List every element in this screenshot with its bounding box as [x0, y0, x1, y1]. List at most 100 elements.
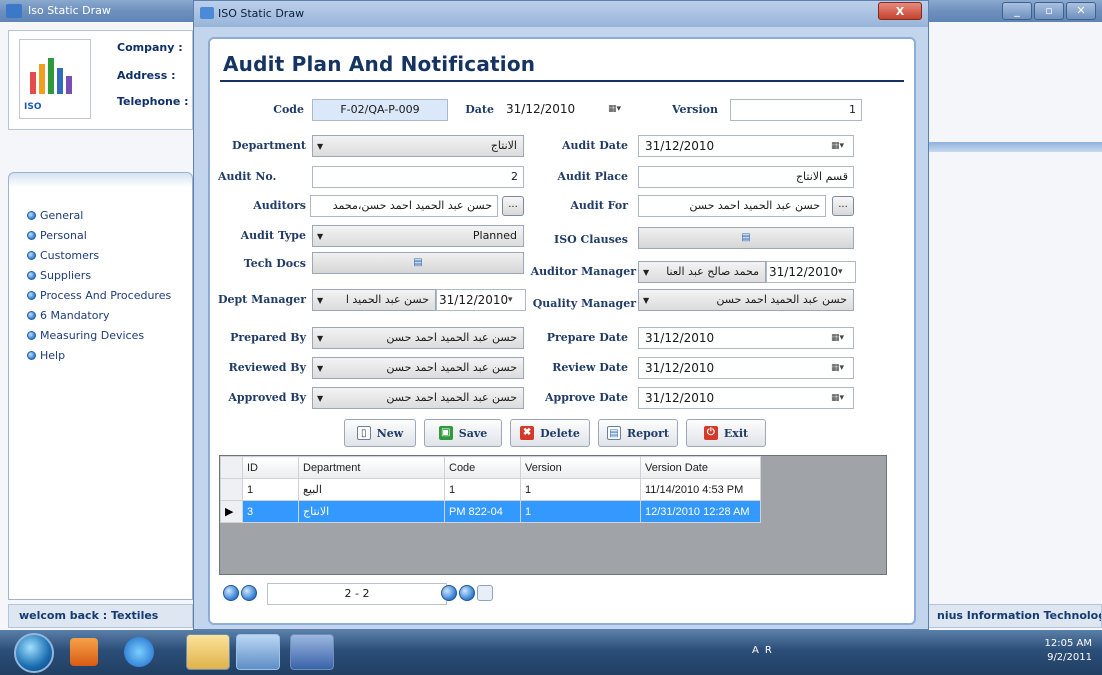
- telephone-label: Telephone :: [117, 95, 189, 108]
- bullet-icon: [27, 271, 36, 280]
- cell-version: 1: [520, 478, 641, 501]
- start-button[interactable]: [14, 633, 54, 673]
- clock-time: 12:05 AM: [1044, 638, 1092, 649]
- reviewed-by-select[interactable]: ▼ حسن عبد الحميد احمد حسن: [312, 357, 524, 379]
- maximize-button[interactable]: ▫: [1034, 2, 1064, 20]
- list-icon: ▤: [741, 232, 751, 243]
- auditor-manager-label: Auditor Manager: [530, 265, 636, 278]
- report-button[interactable]: ▤ Report: [598, 419, 678, 447]
- minimize-button[interactable]: _: [1002, 2, 1032, 20]
- audit-date-picker[interactable]: 31/12/2010 ▦▾: [638, 135, 854, 157]
- version-field[interactable]: 1: [730, 99, 862, 121]
- review-date-label: Review Date: [552, 361, 628, 374]
- document-icon: ▤: [413, 257, 423, 268]
- table-row-selected[interactable]: ▶ 3 الانتاج PM 822-04 1 12/31/2010 12:28…: [220, 500, 761, 523]
- code-field[interactable]: F-02/QA-P-009: [312, 99, 448, 121]
- close-button[interactable]: ✕: [1066, 2, 1096, 20]
- calendar-icon[interactable]: ▦▾: [831, 393, 847, 404]
- status-company: nius Information Technology: [928, 604, 1102, 628]
- prepared-by-select[interactable]: ▼ حسن عبد الحميد احمد حسن: [312, 327, 524, 349]
- company-label: Company :: [117, 41, 183, 54]
- bullet-icon: [27, 211, 36, 220]
- system-tray[interactable]: AR: [752, 645, 778, 656]
- save-button[interactable]: ▣ Save: [424, 419, 502, 447]
- row-selector[interactable]: [220, 478, 243, 501]
- nav-item-measuring-devices[interactable]: Measuring Devices: [27, 329, 144, 342]
- search-icon[interactable]: [477, 585, 493, 601]
- internet-explorer-icon[interactable]: [124, 637, 154, 667]
- input-language[interactable]: AR: [752, 645, 778, 656]
- new-button[interactable]: ▯ New: [344, 419, 416, 447]
- calendar-icon[interactable]: ▦▾: [831, 333, 847, 344]
- prepare-date-picker[interactable]: 31/12/2010 ▦▾: [638, 327, 854, 349]
- media-player-icon[interactable]: [70, 638, 98, 666]
- bullet-icon: [27, 331, 36, 340]
- nav-item-suppliers[interactable]: Suppliers: [27, 269, 91, 282]
- company-panel: ISO Company : Address : Telephone :: [8, 30, 193, 130]
- last-record-icon[interactable]: [459, 585, 475, 601]
- auditor-manager-date[interactable]: 31/12/2010 ▾: [766, 261, 856, 283]
- audit-place-field[interactable]: قسم الانتاج: [638, 166, 854, 188]
- auditors-browse-button[interactable]: ...: [502, 196, 524, 216]
- approve-date-label: Approve Date: [544, 391, 628, 404]
- column-header-id[interactable]: ID: [242, 456, 299, 479]
- previous-record-icon[interactable]: [241, 585, 257, 601]
- clock-date: 9/2/2011: [1047, 652, 1092, 663]
- approved-by-label: Approved By: [228, 391, 306, 404]
- audit-type-label: Audit Type: [240, 229, 306, 242]
- next-record-icon[interactable]: [441, 585, 457, 601]
- audit-type-select[interactable]: ▼ Planned: [312, 225, 524, 247]
- nav-item-help[interactable]: Help: [27, 349, 65, 362]
- nav-item-personal[interactable]: Personal: [27, 229, 87, 242]
- auditor-manager-select[interactable]: ▼ محمد صالح عبد العنا: [638, 261, 766, 283]
- table-row[interactable]: 1 البيع 1 1 11/14/2010 4:53 PM: [220, 478, 761, 501]
- iso-static-draw-taskbar-icon[interactable]: [236, 634, 280, 670]
- calendar-icon[interactable]: ▦▾: [608, 104, 624, 115]
- nav-item-general[interactable]: General: [27, 209, 83, 222]
- audit-for-browse-button[interactable]: ...: [832, 196, 854, 216]
- company-logo: ISO: [19, 39, 91, 119]
- nav-item-6-mandatory[interactable]: 6 Mandatory: [27, 309, 110, 322]
- column-header-code[interactable]: Code: [444, 456, 521, 479]
- calendar-icon[interactable]: ▦▾: [831, 363, 847, 374]
- dept-manager-select[interactable]: ▼ حسن عبد الحميد ا: [312, 289, 436, 311]
- calendar-icon[interactable]: ▦▾: [831, 141, 847, 152]
- bullet-icon: [27, 231, 36, 240]
- quality-manager-select[interactable]: ▼ حسن عبد الحميد احمد حسن: [638, 289, 854, 311]
- nav-item-customers[interactable]: Customers: [27, 249, 99, 262]
- review-date-picker[interactable]: 31/12/2010 ▦▾: [638, 357, 854, 379]
- iso-clauses-picker[interactable]: ▤: [638, 227, 854, 249]
- dropdown-arrow-icon: ▼: [317, 364, 324, 373]
- dropdown-arrow-icon[interactable]: ▾: [838, 267, 854, 278]
- cell-department: الانتاج: [298, 500, 445, 523]
- dialog-close-button[interactable]: X: [878, 2, 922, 20]
- dropdown-arrow-icon[interactable]: ▾: [508, 295, 524, 306]
- approved-by-select[interactable]: ▼ حسن عبد الحميد احمد حسن: [312, 387, 524, 409]
- system-clock[interactable]: 12:05 AM 9/2/2011: [1045, 637, 1092, 665]
- cell-id: 3: [242, 500, 299, 523]
- dept-manager-date[interactable]: 31/12/2010 ▾: [436, 289, 526, 311]
- tech-docs-picker[interactable]: ▤: [312, 252, 524, 274]
- app-icon: [6, 4, 22, 18]
- dialog-title: ISO Static Draw: [218, 7, 305, 20]
- auditors-field[interactable]: حسن عبد الحميد احمد حسن،محمد: [310, 195, 498, 217]
- column-header-department[interactable]: Department: [298, 456, 445, 479]
- word-document-icon[interactable]: [290, 634, 334, 670]
- exit-button[interactable]: ⏻ Exit: [686, 419, 766, 447]
- delete-button[interactable]: ✖ Delete: [510, 419, 590, 447]
- audit-no-field[interactable]: 2: [312, 166, 524, 188]
- records-grid[interactable]: ID Department Code Version Version Date …: [219, 455, 887, 575]
- approve-date-picker[interactable]: 31/12/2010 ▦▾: [638, 387, 854, 409]
- nav-item-process-and-procedures[interactable]: Process And Procedures: [27, 289, 171, 302]
- file-explorer-icon[interactable]: [186, 634, 230, 670]
- current-row-arrow-icon[interactable]: ▶: [220, 500, 243, 523]
- audit-for-field[interactable]: حسن عبد الحميد احمد حسن: [638, 195, 826, 217]
- column-header-version[interactable]: Version: [520, 456, 641, 479]
- cell-version: 1: [520, 500, 641, 523]
- department-select[interactable]: ▼ الانتاج: [312, 135, 524, 157]
- date-picker[interactable]: 31/12/2010 ▦▾: [500, 99, 630, 121]
- ribbon-bar: [928, 142, 1102, 152]
- column-header-version-date[interactable]: Version Date: [640, 456, 761, 479]
- dialog-titlebar[interactable]: ISO Static Draw X: [194, 1, 928, 27]
- first-record-icon[interactable]: [223, 585, 239, 601]
